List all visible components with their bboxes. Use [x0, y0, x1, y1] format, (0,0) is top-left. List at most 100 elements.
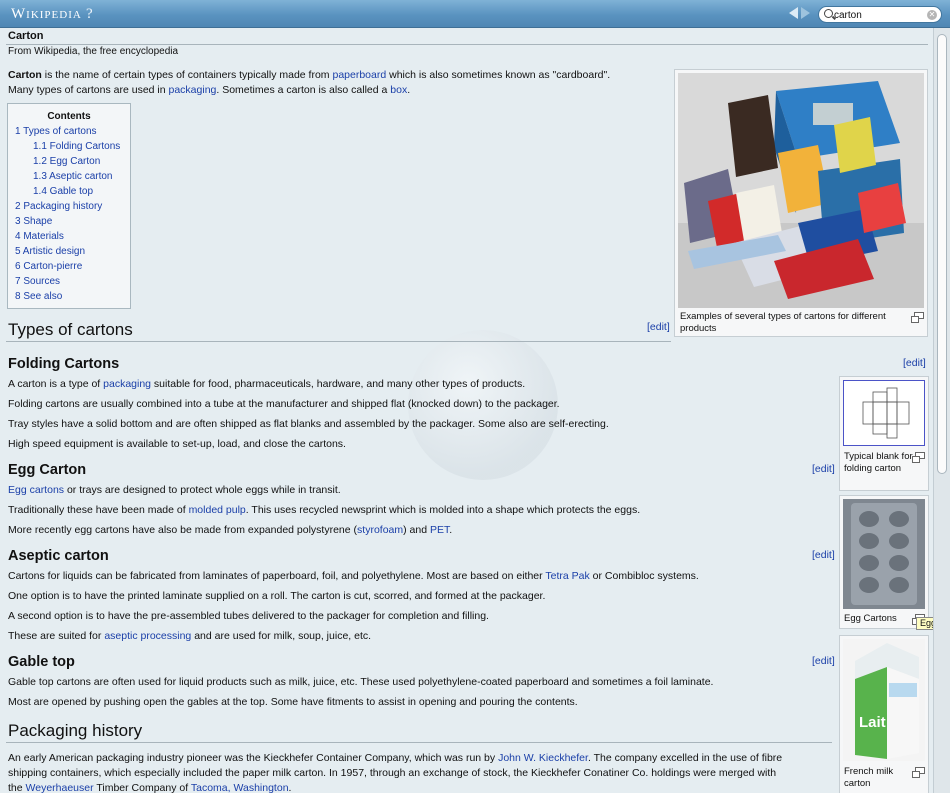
- heading-egg-carton: Egg Carton: [8, 462, 87, 478]
- toc-item-gable-top[interactable]: 1.4 Gable top: [33, 186, 93, 197]
- wiki-link[interactable]: Tetra Pak: [545, 570, 589, 582]
- text-run: or Combibloc systems.: [589, 570, 699, 582]
- scrollbar-thumb[interactable]: [937, 34, 947, 474]
- milk-carton-thumb: Lait French milk carton: [839, 635, 929, 793]
- wikipedia-logo[interactable]: Wikipedia: [11, 6, 82, 23]
- enlarge-icon[interactable]: [911, 312, 924, 323]
- article-content: Carton From Wikipedia, the free encyclop…: [0, 28, 933, 793]
- enlarge-icon[interactable]: [912, 452, 925, 463]
- main-image-caption: Examples of several types of cartons for…: [680, 311, 886, 334]
- wiki-link[interactable]: styrofoam: [357, 524, 403, 536]
- search-icon: [824, 9, 833, 18]
- egg-line-2: Traditionally these have been made of mo…: [8, 503, 640, 518]
- folding-line-3: Tray styles have a solid bottom and are …: [8, 417, 609, 432]
- text-run: High speed equipment is available to set…: [8, 438, 346, 450]
- wiki-link[interactable]: box: [390, 84, 407, 96]
- text-run: .: [288, 782, 292, 793]
- edit-link-folding-cartons[interactable]: [edit]: [903, 357, 926, 369]
- text-run: Tray styles have a solid bottom and are …: [8, 418, 609, 430]
- milk-carton-caption: French milk carton: [844, 766, 894, 789]
- text-run: Gable top cartons are often used for liq…: [8, 676, 714, 688]
- toc-item-types-of-cartons[interactable]: 1 Types of cartons: [15, 126, 97, 137]
- section-heading-packaging-history: Packaging history: [8, 721, 143, 740]
- text-run: the: [8, 782, 26, 793]
- back-arrow-icon[interactable]: [789, 7, 798, 19]
- text-run: Timber Company of: [93, 782, 191, 793]
- edit-link-types-of-cartons[interactable]: [edit]: [647, 321, 670, 333]
- wiki-link[interactable]: paperboard: [332, 69, 386, 81]
- toc-title: Contents: [47, 111, 91, 122]
- cartons-photo[interactable]: [678, 73, 924, 308]
- aseptic-line-1: Cartons for liquids can be fabricated fr…: [8, 569, 699, 584]
- enlarge-icon[interactable]: [912, 767, 925, 778]
- heading-aseptic-carton: Aseptic carton: [8, 548, 109, 564]
- text-run: Folding cartons are usually combined int…: [8, 398, 560, 410]
- vertical-scrollbar[interactable]: [933, 28, 950, 793]
- toc-item-carton-pierre[interactable]: 6 Carton-pierre: [15, 261, 82, 272]
- text-run: . Sometimes a carton is also called a: [216, 84, 391, 96]
- text-run: suitable for food, pharmaceuticals, hard…: [151, 378, 526, 390]
- milk-carton-image[interactable]: Lait: [843, 639, 925, 761]
- wiki-link[interactable]: packaging: [169, 84, 217, 96]
- edit-link-aseptic-carton[interactable]: [edit]: [812, 549, 835, 561]
- text-run: and are used for milk, soup, juice, etc.: [191, 630, 372, 642]
- toc-item-aseptic-carton[interactable]: 1.3 Aseptic carton: [33, 171, 113, 182]
- aseptic-line-2: One option is to have the printed lamina…: [8, 589, 545, 604]
- toc-item-sources[interactable]: 7 Sources: [15, 276, 60, 287]
- edit-link-gable-top[interactable]: [edit]: [812, 655, 835, 667]
- wiki-link[interactable]: John W. Kieckhefer: [498, 752, 588, 764]
- toc-item-materials[interactable]: 4 Materials: [15, 231, 64, 242]
- text-run: Many types of cartons are used in: [8, 84, 169, 96]
- text-run: is the name of certain types of containe…: [41, 69, 333, 81]
- text-run: Traditionally these have been made of: [8, 504, 189, 516]
- section-divider: [6, 341, 671, 342]
- text-run: . The company excelled in the use of fib…: [587, 752, 783, 764]
- bold-term: Carton: [8, 69, 42, 81]
- toc-item-shape[interactable]: 3 Shape: [15, 216, 52, 227]
- carton-blank-image[interactable]: [843, 380, 925, 446]
- table-of-contents: Contents 1 Types of cartons 1.1 Folding …: [7, 103, 131, 309]
- section-heading-types-of-cartons: Types of cartons: [8, 320, 133, 339]
- intro-line-2: Many types of cartons are used in packag…: [8, 83, 410, 98]
- toc-item-artistic-design[interactable]: 5 Artistic design: [15, 246, 85, 257]
- gable-line-2: Most are opened by pushing open the gabl…: [8, 695, 578, 710]
- text-run: . This uses recycled newsprint which is …: [245, 504, 641, 516]
- wiki-link[interactable]: packaging: [103, 378, 151, 390]
- text-run: which is also sometimes known as "cardbo…: [386, 69, 611, 81]
- text-run: .: [407, 84, 411, 96]
- folding-line-4: High speed equipment is available to set…: [8, 437, 346, 452]
- toc-item-folding-cartons[interactable]: 1.1 Folding Cartons: [33, 141, 120, 152]
- clear-search-icon[interactable]: ✕: [927, 10, 937, 20]
- text-run: shipping containers, which especially in…: [8, 767, 777, 779]
- search-input[interactable]: [834, 8, 922, 22]
- gable-line-1: Gable top cartons are often used for liq…: [8, 675, 713, 690]
- wiki-link[interactable]: molded pulp: [189, 504, 246, 516]
- egg-line-1: Egg cartons or trays are designed to pro…: [8, 483, 341, 498]
- heading-folding-cartons: Folding Cartons: [8, 356, 120, 372]
- egg-carton-thumb: Egg Cartons: [839, 495, 929, 629]
- aseptic-line-4: These are suited for aseptic processing …: [8, 629, 371, 644]
- folding-line-1: A carton is a type of packaging suitable…: [8, 377, 525, 392]
- edit-link-egg-carton[interactable]: [edit]: [812, 463, 835, 475]
- toc-item-packaging-history[interactable]: 2 Packaging history: [15, 201, 102, 212]
- help-icon[interactable]: ?: [86, 6, 93, 23]
- text-run: These are suited for: [8, 630, 105, 642]
- text-run: One option is to have the printed lamina…: [8, 590, 546, 602]
- intro-line-1: Carton is the name of certain types of c…: [8, 68, 610, 83]
- text-run: More recently egg cartons have also be m…: [8, 524, 358, 536]
- wiki-link[interactable]: PET: [430, 524, 449, 536]
- carton-blank-thumb: Typical blank for folding carton: [839, 376, 929, 491]
- toc-item-egg-carton[interactable]: 1.2 Egg Carton: [33, 156, 100, 167]
- wiki-link[interactable]: Weyerhaeuser: [26, 782, 94, 793]
- egg-carton-image[interactable]: [843, 499, 925, 609]
- wiki-link[interactable]: aseptic processing: [104, 630, 191, 642]
- text-run: Cartons for liquids can be fabricated fr…: [8, 570, 546, 582]
- search-box[interactable]: ✕: [818, 6, 942, 23]
- section-divider: [6, 742, 832, 743]
- toc-item-see-also[interactable]: 8 See also: [15, 291, 62, 302]
- wiki-link[interactable]: Tacoma, Washington: [191, 782, 289, 793]
- aseptic-line-3: A second option is to have the pre-assem…: [8, 609, 489, 624]
- wiki-link[interactable]: Egg cartons: [8, 484, 64, 496]
- text-run: .: [449, 524, 453, 536]
- forward-arrow-icon[interactable]: [801, 7, 810, 19]
